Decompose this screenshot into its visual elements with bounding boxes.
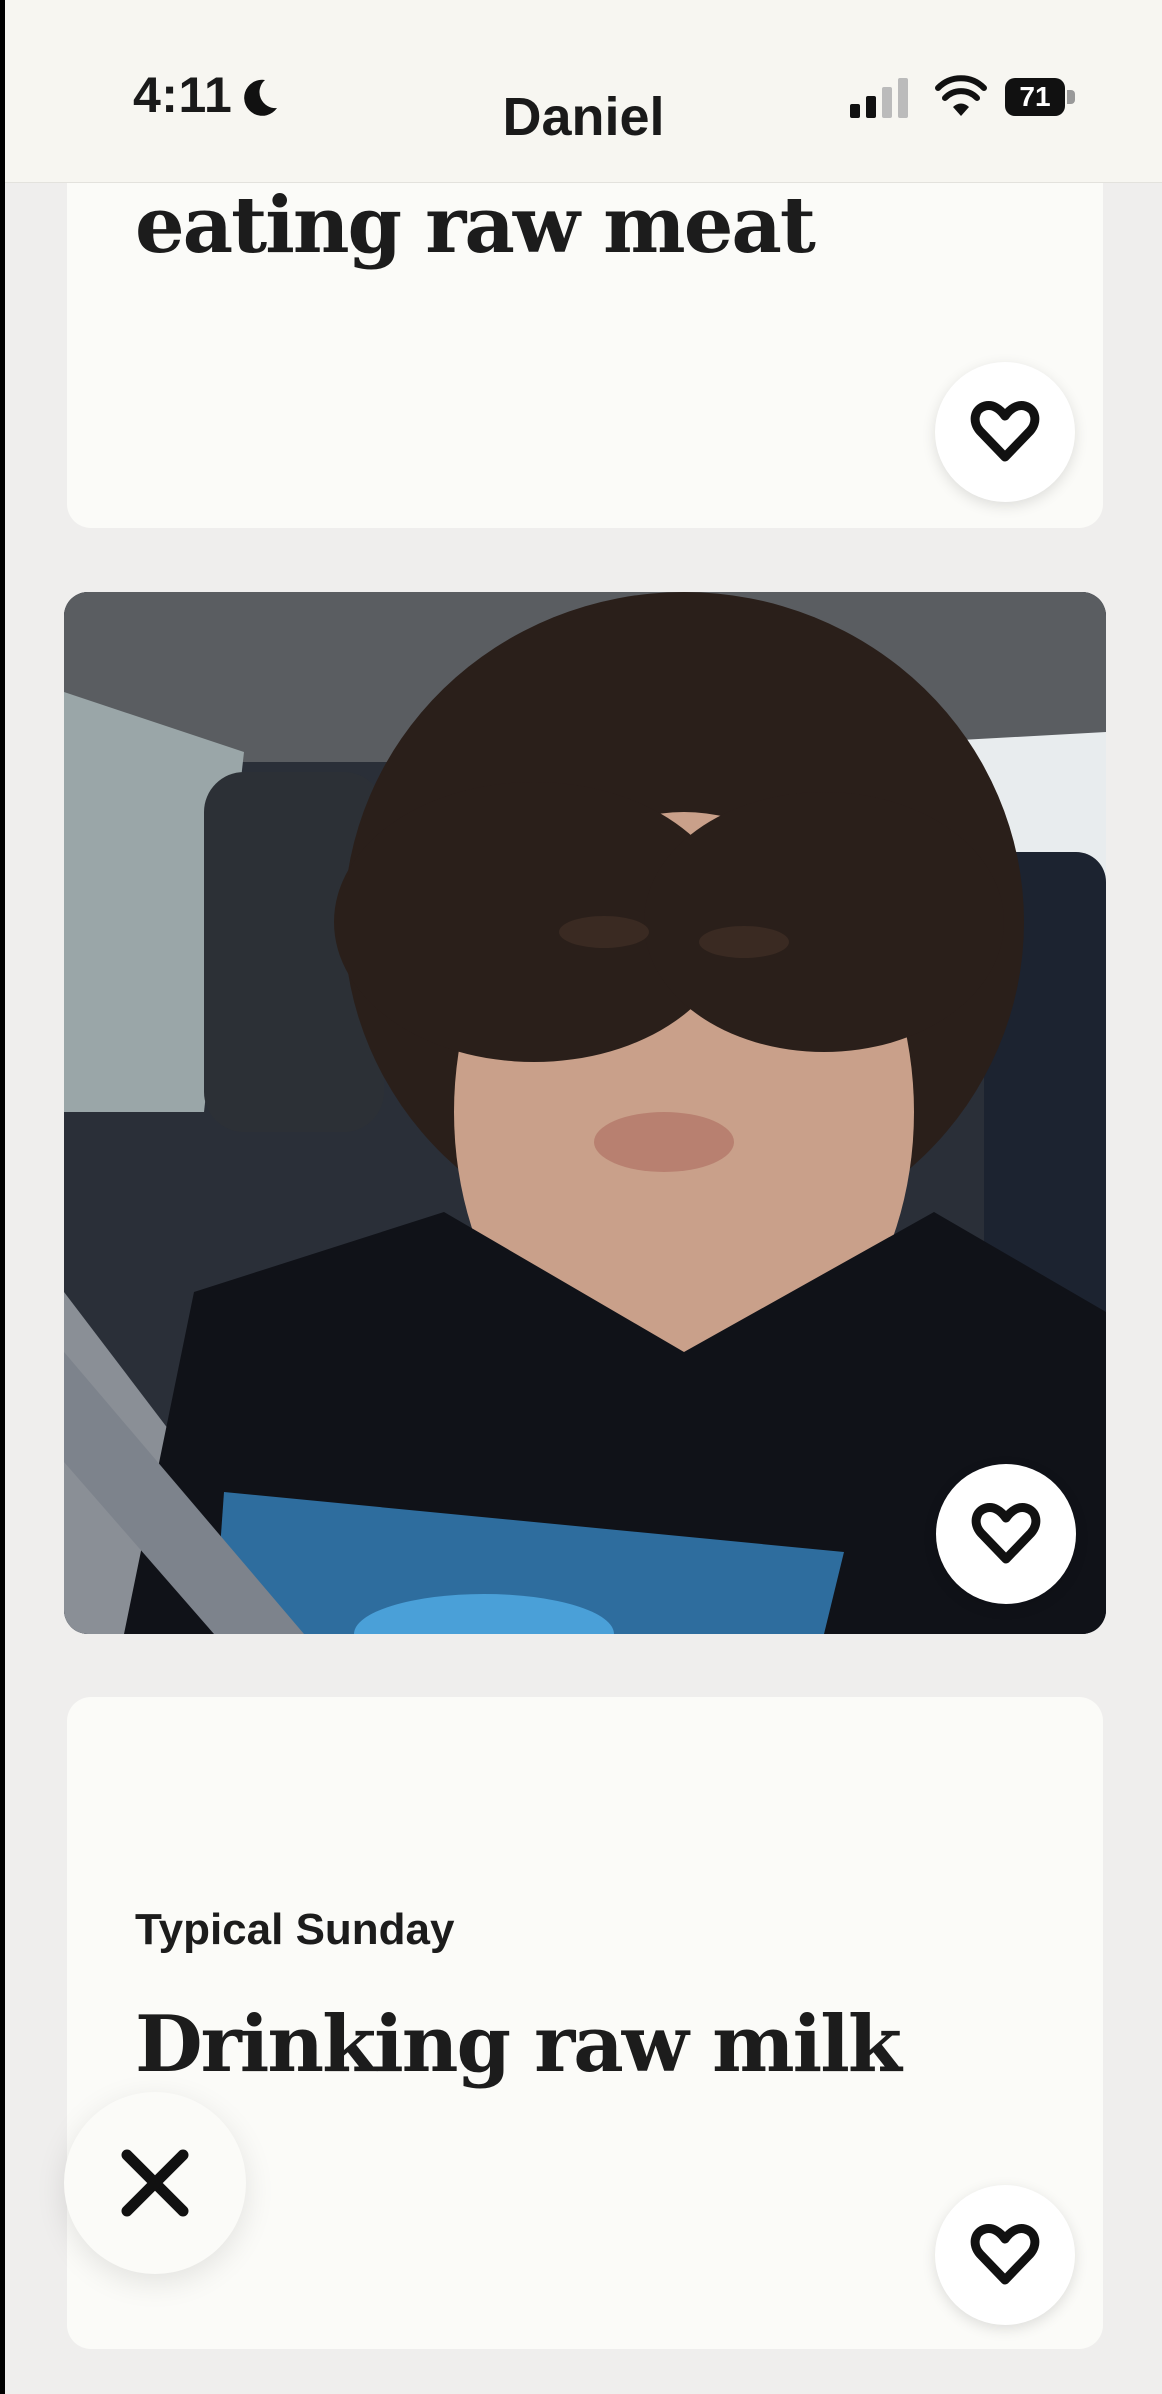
battery-icon: 71 — [1005, 78, 1065, 116]
profile-name-title: Daniel — [502, 87, 665, 147]
heart-icon — [970, 401, 1040, 462]
like-button[interactable] — [935, 2185, 1075, 2325]
profile-photo — [64, 592, 1106, 1634]
heart-icon — [971, 1503, 1041, 1564]
prompt-card: eating raw meat — [67, 140, 1103, 528]
profile-photo-card[interactable] — [64, 592, 1106, 1634]
pass-button[interactable] — [64, 2092, 246, 2274]
signal-icon — [850, 78, 908, 118]
like-button[interactable] — [935, 362, 1075, 502]
battery-cap — [1067, 90, 1075, 104]
status-bar: 4:11 Daniel 71 — [5, 0, 1162, 183]
prompt-answer: Drinking raw milk — [135, 1999, 902, 2090]
prompt-answer: eating raw meat — [135, 180, 816, 271]
prompt-question: Typical Sunday — [135, 1905, 455, 1954]
wifi-icon — [935, 75, 987, 116]
close-icon — [121, 2149, 189, 2217]
screen-edge — [0, 0, 5, 2394]
prompt-card: Typical Sunday Drinking raw milk — [67, 1697, 1103, 2349]
battery-level: 71 — [1019, 81, 1051, 112]
like-button[interactable] — [936, 1464, 1076, 1604]
heart-icon — [970, 2224, 1040, 2285]
